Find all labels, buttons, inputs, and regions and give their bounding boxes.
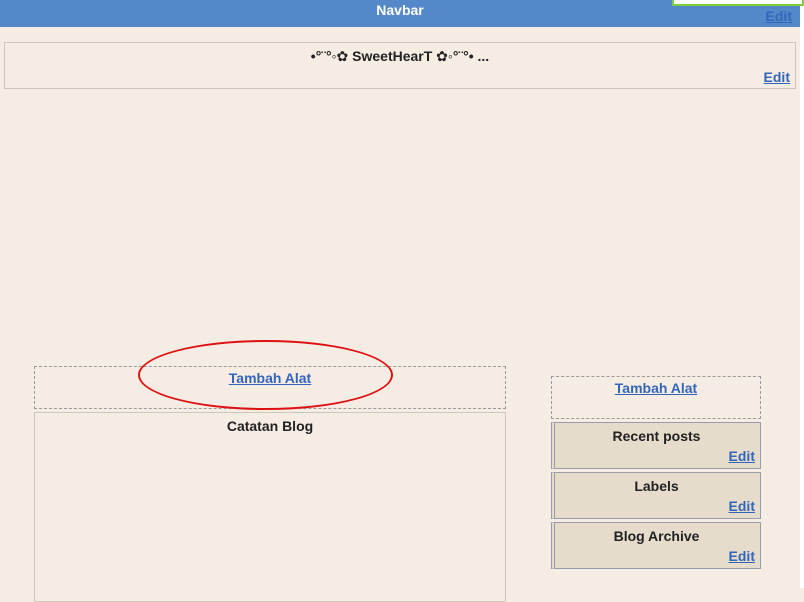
header-edit-link[interactable]: Edit xyxy=(764,69,790,85)
widget-blog-archive[interactable]: Blog Archive Edit xyxy=(551,522,761,569)
widget-title: Labels xyxy=(634,478,679,494)
blog-header: •°¨°◦✿ SweetHearT ✿◦°¨°• ... Edit xyxy=(4,42,796,89)
widget-labels[interactable]: Labels Edit xyxy=(551,472,761,519)
sidebar-add-gadget-box: Tambah Alat xyxy=(551,376,761,419)
widget-edit-link[interactable]: Edit xyxy=(729,548,755,564)
widget-recent-posts[interactable]: Recent posts Edit xyxy=(551,422,761,469)
navbar-edit-link[interactable]: Edit xyxy=(766,8,792,24)
sidebar-add-gadget-link[interactable]: Tambah Alat xyxy=(552,380,760,396)
widget-edit-link[interactable]: Edit xyxy=(729,498,755,514)
window-right-edge xyxy=(800,0,804,588)
widget-edit-link[interactable]: Edit xyxy=(729,448,755,464)
blog-title: •°¨°◦✿ SweetHearT ✿◦°¨°• ... xyxy=(310,48,490,64)
blog-posts-title: Catatan Blog xyxy=(226,418,314,434)
blog-posts-widget: Catatan Blog xyxy=(34,412,506,602)
navbar-popup-fragment xyxy=(672,0,804,6)
widget-title: Recent posts xyxy=(612,428,701,444)
widget-title: Blog Archive xyxy=(613,528,700,544)
highlight-ellipse xyxy=(138,340,393,410)
